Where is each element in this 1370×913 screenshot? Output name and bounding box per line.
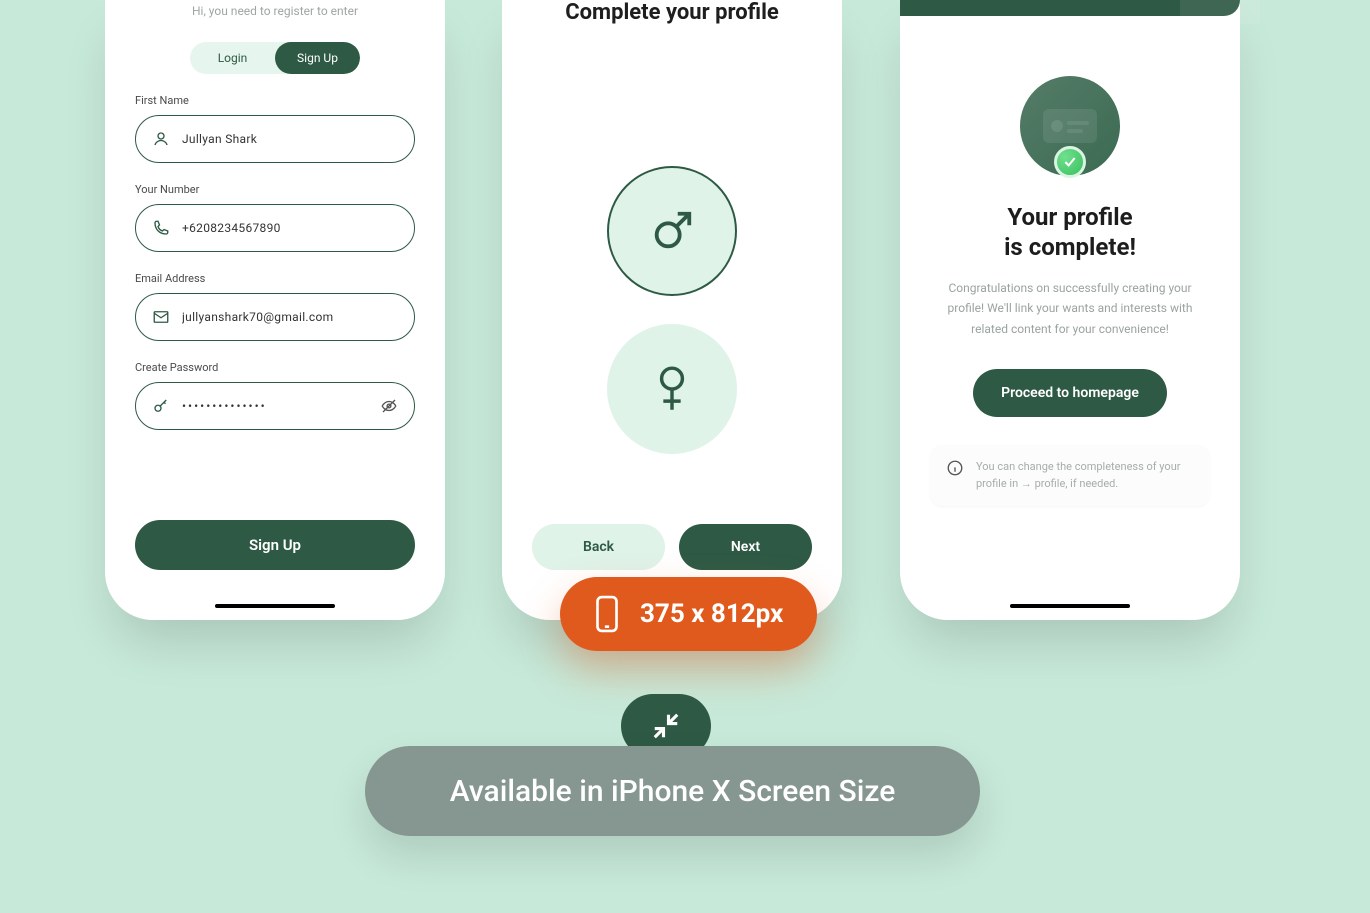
gender-female-option[interactable] (607, 324, 737, 454)
number-input[interactable] (182, 221, 398, 235)
number-field-wrap (135, 204, 415, 252)
home-indicator (215, 604, 335, 608)
tab-signup[interactable]: Sign Up (275, 42, 360, 74)
signup-submit-button[interactable]: Sign Up (135, 520, 415, 570)
home-indicator (1010, 604, 1130, 608)
info-note: You can change the completeness of your … (930, 445, 1210, 506)
password-field-wrap (135, 382, 415, 430)
complete-title: Your profile is complete! (930, 202, 1210, 262)
footer-text: Available in iPhone X Screen Size (450, 774, 896, 809)
auth-segmented-control: Login Sign Up (190, 42, 360, 74)
proceed-homepage-button[interactable]: Proceed to homepage (973, 369, 1167, 417)
password-label: Create Password (135, 361, 415, 374)
nav-button-row: Back Next (532, 524, 812, 570)
first-name-label: First Name (135, 94, 415, 107)
gender-male-option[interactable] (607, 166, 737, 296)
check-badge-icon (1054, 146, 1086, 178)
footer-banner: Available in iPhone X Screen Size (365, 746, 980, 836)
profile-complete-illustration (1020, 76, 1120, 176)
collapse-icon (651, 711, 681, 741)
profile-complete-screen: Your profile is complete! Congratulation… (900, 0, 1240, 620)
device-icon (594, 595, 620, 633)
dimensions-pill: 375 x 812px (560, 577, 817, 651)
mail-icon (152, 308, 170, 326)
eye-off-icon[interactable] (380, 397, 398, 415)
first-name-field-wrap (135, 115, 415, 163)
back-button[interactable]: Back (532, 524, 665, 570)
tab-login[interactable]: Login (190, 42, 275, 74)
profile-gender-screen: Complete your profile Back Next (502, 0, 842, 620)
number-label: Your Number (135, 183, 415, 196)
signup-screen: Hi, you need to register to enter Login … (105, 0, 445, 620)
complete-profile-title: Complete your profile (532, 0, 812, 25)
user-icon (152, 130, 170, 148)
info-icon (946, 459, 964, 477)
first-name-input[interactable] (182, 132, 398, 146)
gender-group (532, 95, 812, 524)
complete-description: Congratulations on successfully creating… (930, 278, 1210, 339)
phone-icon (152, 219, 170, 237)
email-input[interactable] (182, 310, 398, 324)
key-icon (152, 397, 170, 415)
next-button[interactable]: Next (679, 524, 812, 570)
password-input[interactable] (182, 399, 368, 413)
hero-banner (900, 0, 1240, 16)
info-text: You can change the completeness of your … (976, 459, 1194, 492)
email-field-wrap (135, 293, 415, 341)
signup-subtitle: Hi, you need to register to enter (135, 4, 415, 18)
email-label: Email Address (135, 272, 415, 285)
dimensions-text: 375 x 812px (640, 599, 783, 629)
